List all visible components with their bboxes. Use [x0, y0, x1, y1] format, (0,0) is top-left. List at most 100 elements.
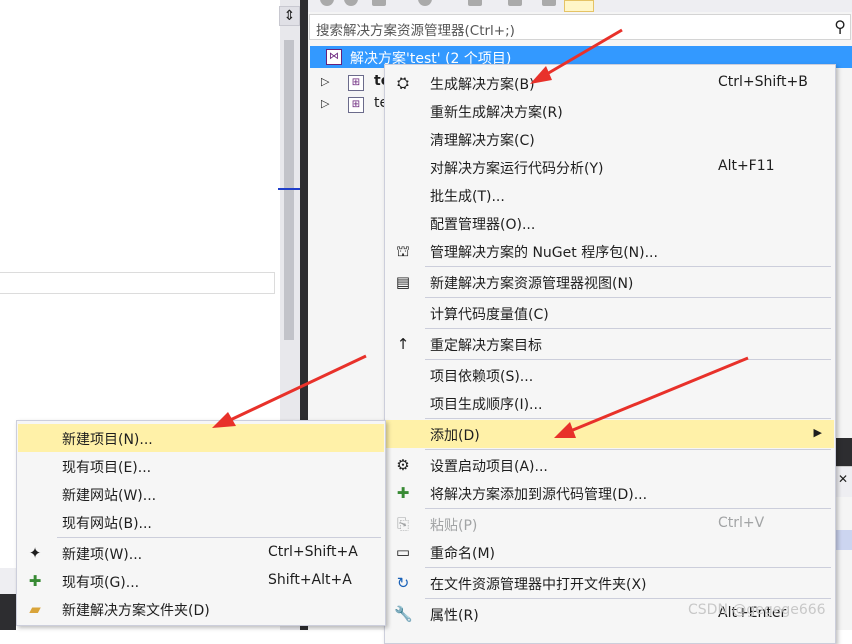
- menu-item-label: 新建项目(N)...: [62, 432, 153, 448]
- menu-item-new-explorer-view[interactable]: ▤ 新建解决方案资源管理器视图(N): [386, 268, 834, 296]
- menu-item-retarget-solution[interactable]: ↑ 重定解决方案目标: [386, 330, 834, 358]
- menu-item-add-to-source-control[interactable]: ✚ 将解决方案添加到源代码管理(D)...: [386, 479, 834, 507]
- menu-separator: [425, 418, 831, 419]
- submenu-item-new-solution-folder[interactable]: ▰ 新建解决方案文件夹(D): [18, 595, 384, 623]
- solution-search-box[interactable]: 搜索解决方案资源管理器(Ctrl+;) ⚲: [309, 14, 851, 40]
- back-icon[interactable]: [320, 0, 334, 6]
- menu-item-batch-build[interactable]: 批生成(T)...: [386, 181, 834, 209]
- close-icon[interactable]: ✕: [838, 472, 848, 486]
- solution-icon: ⋈: [326, 49, 342, 65]
- submenu-item-new-item[interactable]: ✦ 新建项(W)... Ctrl+Shift+A: [18, 539, 384, 567]
- wrench-toolbar-icon[interactable]: [542, 0, 556, 6]
- rename-icon: ▭: [395, 543, 411, 561]
- menu-item-label: 粘贴(P): [430, 518, 478, 534]
- menu-item-code-analysis[interactable]: 对解决方案运行代码分析(Y) Alt+F11: [386, 153, 834, 181]
- menu-item-shortcut: Shift+Alt+A: [268, 572, 352, 588]
- side-panel-highlight: [836, 530, 852, 550]
- menu-item-label: 配置管理器(O)...: [430, 217, 536, 233]
- menu-item-shortcut: Ctrl+Shift+A: [268, 544, 358, 560]
- menu-item-label: 生成解决方案(B): [430, 77, 535, 93]
- editor-input-strip[interactable]: [0, 272, 275, 294]
- submenu-item-new-project[interactable]: 新建项目(N)...: [18, 424, 384, 452]
- menu-item-build-solution[interactable]: ⛭ 生成解决方案(B) Ctrl+Shift+B: [386, 69, 834, 97]
- menu-item-clean-solution[interactable]: 清理解决方案(C): [386, 125, 834, 153]
- menu-item-shortcut: Alt+F11: [718, 158, 775, 174]
- menu-item-add[interactable]: 添加(D) ▶: [386, 420, 834, 448]
- menu-item-label: 新建项(W)...: [62, 547, 143, 563]
- menu-separator: [425, 266, 831, 267]
- side-panel-close[interactable]: ✕: [836, 466, 852, 497]
- menu-item-project-dependencies[interactable]: 项目依赖项(S)...: [386, 361, 834, 389]
- menu-item-label: 在文件资源管理器中打开文件夹(X): [430, 577, 647, 593]
- menu-item-paste: ⎘ 粘贴(P) Ctrl+V: [386, 510, 834, 538]
- new-view-icon: ▤: [395, 273, 411, 291]
- menu-item-label: 对解决方案运行代码分析(Y): [430, 161, 604, 177]
- submenu-item-existing-website[interactable]: 现有网站(B)...: [18, 508, 384, 536]
- preview-toggle[interactable]: [564, 0, 594, 12]
- forward-icon[interactable]: [344, 0, 358, 6]
- menu-item-build-order[interactable]: 项目生成顺序(I)...: [386, 389, 834, 417]
- submenu-item-existing-item[interactable]: ✚ 现有项(G)... Shift+Alt+A: [18, 567, 384, 595]
- menu-item-label: 将解决方案添加到源代码管理(D)...: [430, 487, 648, 503]
- menu-item-label: 设置启动项目(A)...: [430, 459, 548, 475]
- menu-item-set-startup-project[interactable]: ⚙ 设置启动项目(A)...: [386, 451, 834, 479]
- menu-item-manage-nuget[interactable]: ⛫ 管理解决方案的 NuGet 程序包(N)...: [386, 237, 834, 265]
- menu-item-label: 重定解决方案目标: [430, 338, 542, 354]
- menu-item-label: 项目依赖项(S)...: [430, 369, 534, 385]
- collapse-icon[interactable]: [508, 0, 522, 6]
- tree-item-project[interactable]: ▷ ⊞ te: [318, 72, 390, 94]
- menu-separator: [425, 328, 831, 329]
- split-editor-button[interactable]: ⇕: [279, 6, 300, 26]
- menu-item-open-folder[interactable]: ↻ 在文件资源管理器中打开文件夹(X): [386, 569, 834, 597]
- expand-arrow-icon[interactable]: ▷: [321, 75, 329, 88]
- up-arrow-icon: ↑: [396, 335, 410, 353]
- paste-icon: ⎘: [396, 515, 409, 533]
- menu-separator: [425, 567, 831, 568]
- menu-item-label: 项目生成顺序(I)...: [430, 397, 543, 413]
- menu-item-rename[interactable]: ▭ 重命名(M): [386, 538, 834, 566]
- menu-item-label: 属性(R): [430, 608, 479, 624]
- scrollbar-thumb[interactable]: [284, 40, 294, 340]
- menu-separator: [425, 598, 831, 599]
- split-icon: ⇕: [283, 8, 296, 24]
- menu-separator: [425, 449, 831, 450]
- solution-context-menu: ⛭ 生成解决方案(B) Ctrl+Shift+B 重新生成解决方案(R) 清理解…: [384, 64, 836, 644]
- menu-item-label: 新建网站(W)...: [62, 488, 157, 504]
- wrench-icon: 🔧: [394, 605, 413, 623]
- new-folder-icon: ▰: [29, 600, 41, 618]
- menu-separator: [425, 508, 831, 509]
- menu-item-code-metrics[interactable]: 计算代码度量值(C): [386, 299, 834, 327]
- submenu-arrow-icon: ▶: [813, 426, 822, 439]
- menu-item-label: 计算代码度量值(C): [430, 307, 549, 323]
- source-control-icon: ✚: [396, 484, 410, 502]
- new-item-icon: ✦: [28, 544, 42, 562]
- menu-item-label: 现有项目(E)...: [62, 460, 152, 476]
- expand-arrow-icon[interactable]: ▷: [321, 97, 329, 110]
- home-icon[interactable]: [372, 0, 386, 6]
- project-icon: ⊞: [348, 97, 364, 113]
- menu-item-label: 批生成(T)...: [430, 189, 505, 205]
- menu-item-shortcut: Ctrl+Shift+B: [718, 74, 808, 90]
- project-icon: ⊞: [348, 75, 364, 91]
- menu-item-label: 添加(D): [430, 428, 480, 444]
- menu-item-rebuild-solution[interactable]: 重新生成解决方案(R): [386, 97, 834, 125]
- existing-item-icon: ✚: [28, 572, 42, 590]
- refresh-icon[interactable]: [468, 0, 482, 6]
- menu-item-label: 现有项(G)...: [62, 575, 140, 591]
- search-icon[interactable]: ⚲: [834, 17, 846, 36]
- gear-icon: ⚙: [396, 456, 410, 474]
- menu-item-config-manager[interactable]: 配置管理器(O)...: [386, 209, 834, 237]
- menu-separator: [425, 359, 831, 360]
- search-input-placeholder[interactable]: 搜索解决方案资源管理器(Ctrl+;): [316, 19, 515, 39]
- submenu-item-existing-project[interactable]: 现有项目(E)...: [18, 452, 384, 480]
- menu-item-label: 新建解决方案文件夹(D): [62, 603, 210, 619]
- scroll-position-marker: [278, 188, 300, 190]
- submenu-item-new-website[interactable]: 新建网站(W)...: [18, 480, 384, 508]
- nuget-icon: ⛫: [396, 242, 410, 260]
- watermark: CSDN @gegege666: [688, 602, 826, 618]
- menu-item-label: 重命名(M): [430, 546, 496, 562]
- sync-icon[interactable]: [418, 0, 432, 6]
- tree-item-project[interactable]: ▷ ⊞ te: [318, 94, 388, 116]
- side-panel-dark: [836, 438, 852, 466]
- open-folder-icon: ↻: [396, 574, 410, 592]
